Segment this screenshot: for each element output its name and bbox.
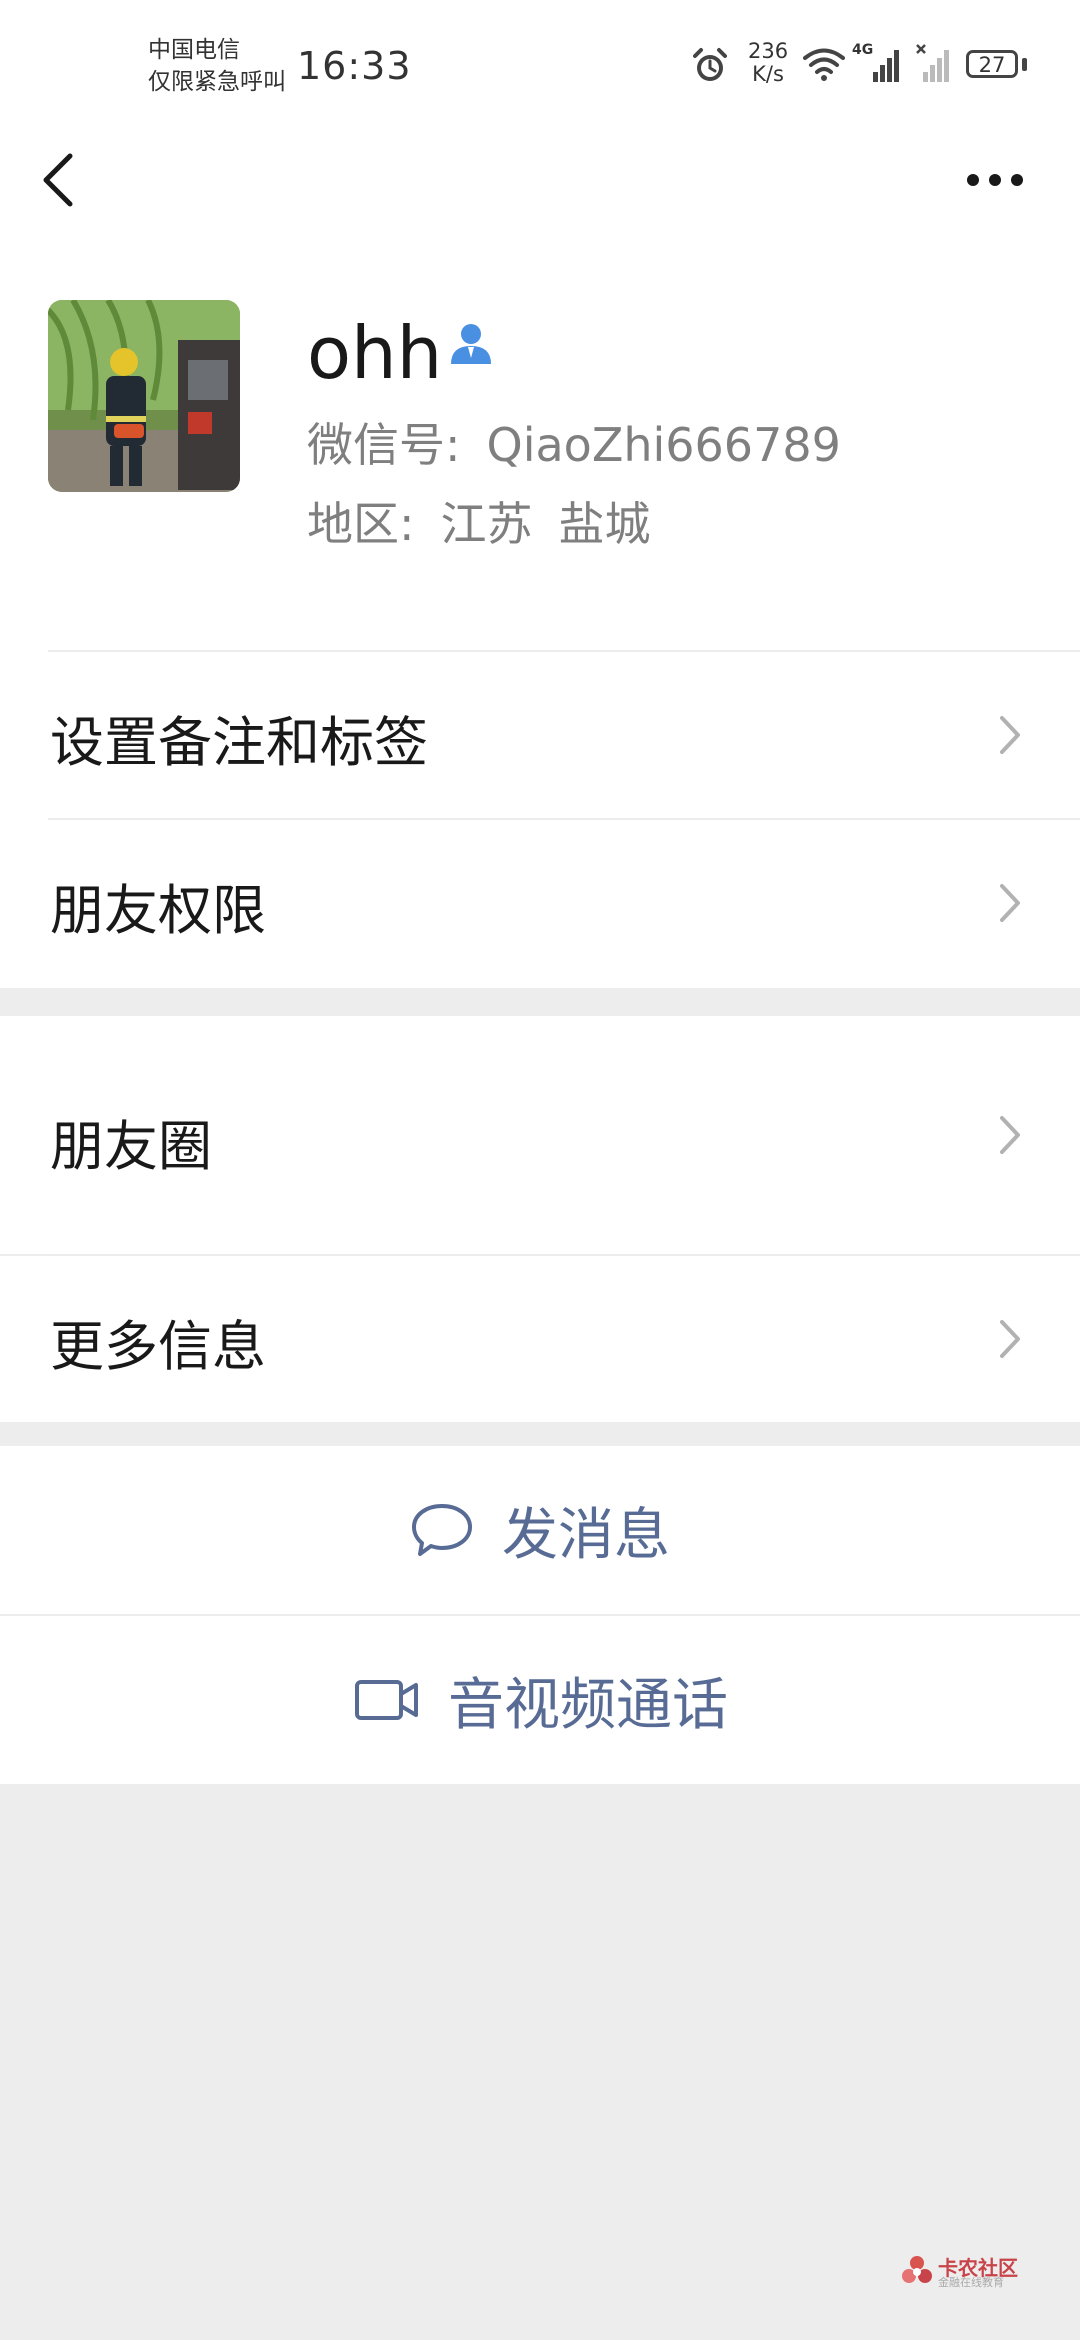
- contact-person-icon: [451, 324, 491, 364]
- emergency-only-text: 仅限紧急呼叫: [148, 69, 286, 95]
- region-label: 地区:: [307, 497, 415, 551]
- more-info-label: 更多信息: [50, 1315, 266, 1378]
- status-icons: 236 K/s 4G 27: [690, 40, 1030, 90]
- moments-row[interactable]: 朋友圈: [0, 1016, 1080, 1254]
- chevron-right-icon: [1000, 1116, 1020, 1154]
- carrier-name: 中国电信: [148, 37, 240, 63]
- avatar[interactable]: [48, 300, 240, 492]
- alarm-icon: [693, 48, 727, 81]
- remark-and-tags-row[interactable]: 设置备注和标签: [0, 652, 1080, 818]
- back-arrow-icon[interactable]: [30, 142, 90, 218]
- watermark-subtitle: 金融在线教育: [938, 2276, 1004, 2289]
- watermark-logo-icon: [902, 2256, 932, 2283]
- region-province: 江苏: [440, 497, 533, 551]
- speed-unit: K/s: [752, 62, 784, 86]
- battery-level: 27: [978, 53, 1006, 77]
- battery-nub: [1022, 58, 1027, 71]
- video-camera-icon: [355, 1680, 418, 1720]
- wechat-id-value: QiaoZhi666789: [486, 418, 841, 472]
- speed-value: 236: [748, 39, 789, 63]
- chevron-right-icon: [1000, 1320, 1020, 1358]
- watermark: 卡农社区 金融在线教育: [900, 2252, 1040, 2292]
- video-call-label: 音视频通话: [448, 1672, 728, 1738]
- no-signal-icon: [916, 44, 949, 82]
- remark-and-tags-label: 设置备注和标签: [50, 711, 428, 774]
- battery-icon: 27: [966, 50, 1018, 78]
- send-message-content: 发消息: [410, 1446, 670, 1614]
- region-city: 盐城: [558, 497, 651, 551]
- more-info-row[interactable]: 更多信息: [0, 1256, 1080, 1422]
- avatar-image: [48, 300, 240, 492]
- profile-nickname: ohh: [307, 311, 443, 395]
- moments-label: 朋友圈: [50, 1115, 212, 1178]
- chat-bubble-icon: [412, 1504, 472, 1556]
- region-row: 地区: 江苏 盐城: [307, 492, 651, 556]
- wifi-icon: [803, 48, 845, 81]
- more-options-icon[interactable]: [960, 152, 1030, 208]
- video-call-content: 音视频通话: [354, 1616, 728, 1784]
- network-type: 4G: [852, 42, 874, 58]
- chevron-right-icon: [1000, 716, 1020, 754]
- send-message-button[interactable]: 发消息: [0, 1446, 1080, 1614]
- friend-permissions-row[interactable]: 朋友权限: [0, 820, 1080, 988]
- status-bar: 中国电信 仅限紧急呼叫 16:33 236 K/s 4G 27: [0, 0, 1080, 130]
- network-speed: 236 K/s: [748, 40, 788, 86]
- video-call-button[interactable]: 音视频通话: [0, 1616, 1080, 1784]
- status-time: 16:33: [297, 44, 412, 88]
- friend-permissions-label: 朋友权限: [50, 879, 266, 942]
- wechat-id-row: 微信号: QiaoZhi666789: [307, 413, 841, 477]
- wechat-id-label: 微信号:: [307, 418, 461, 472]
- send-message-label: 发消息: [502, 1502, 670, 1568]
- carrier-info: 中国电信 仅限紧急呼叫: [148, 34, 286, 98]
- chevron-right-icon: [1000, 884, 1020, 922]
- signal-strength-icon: [873, 50, 899, 82]
